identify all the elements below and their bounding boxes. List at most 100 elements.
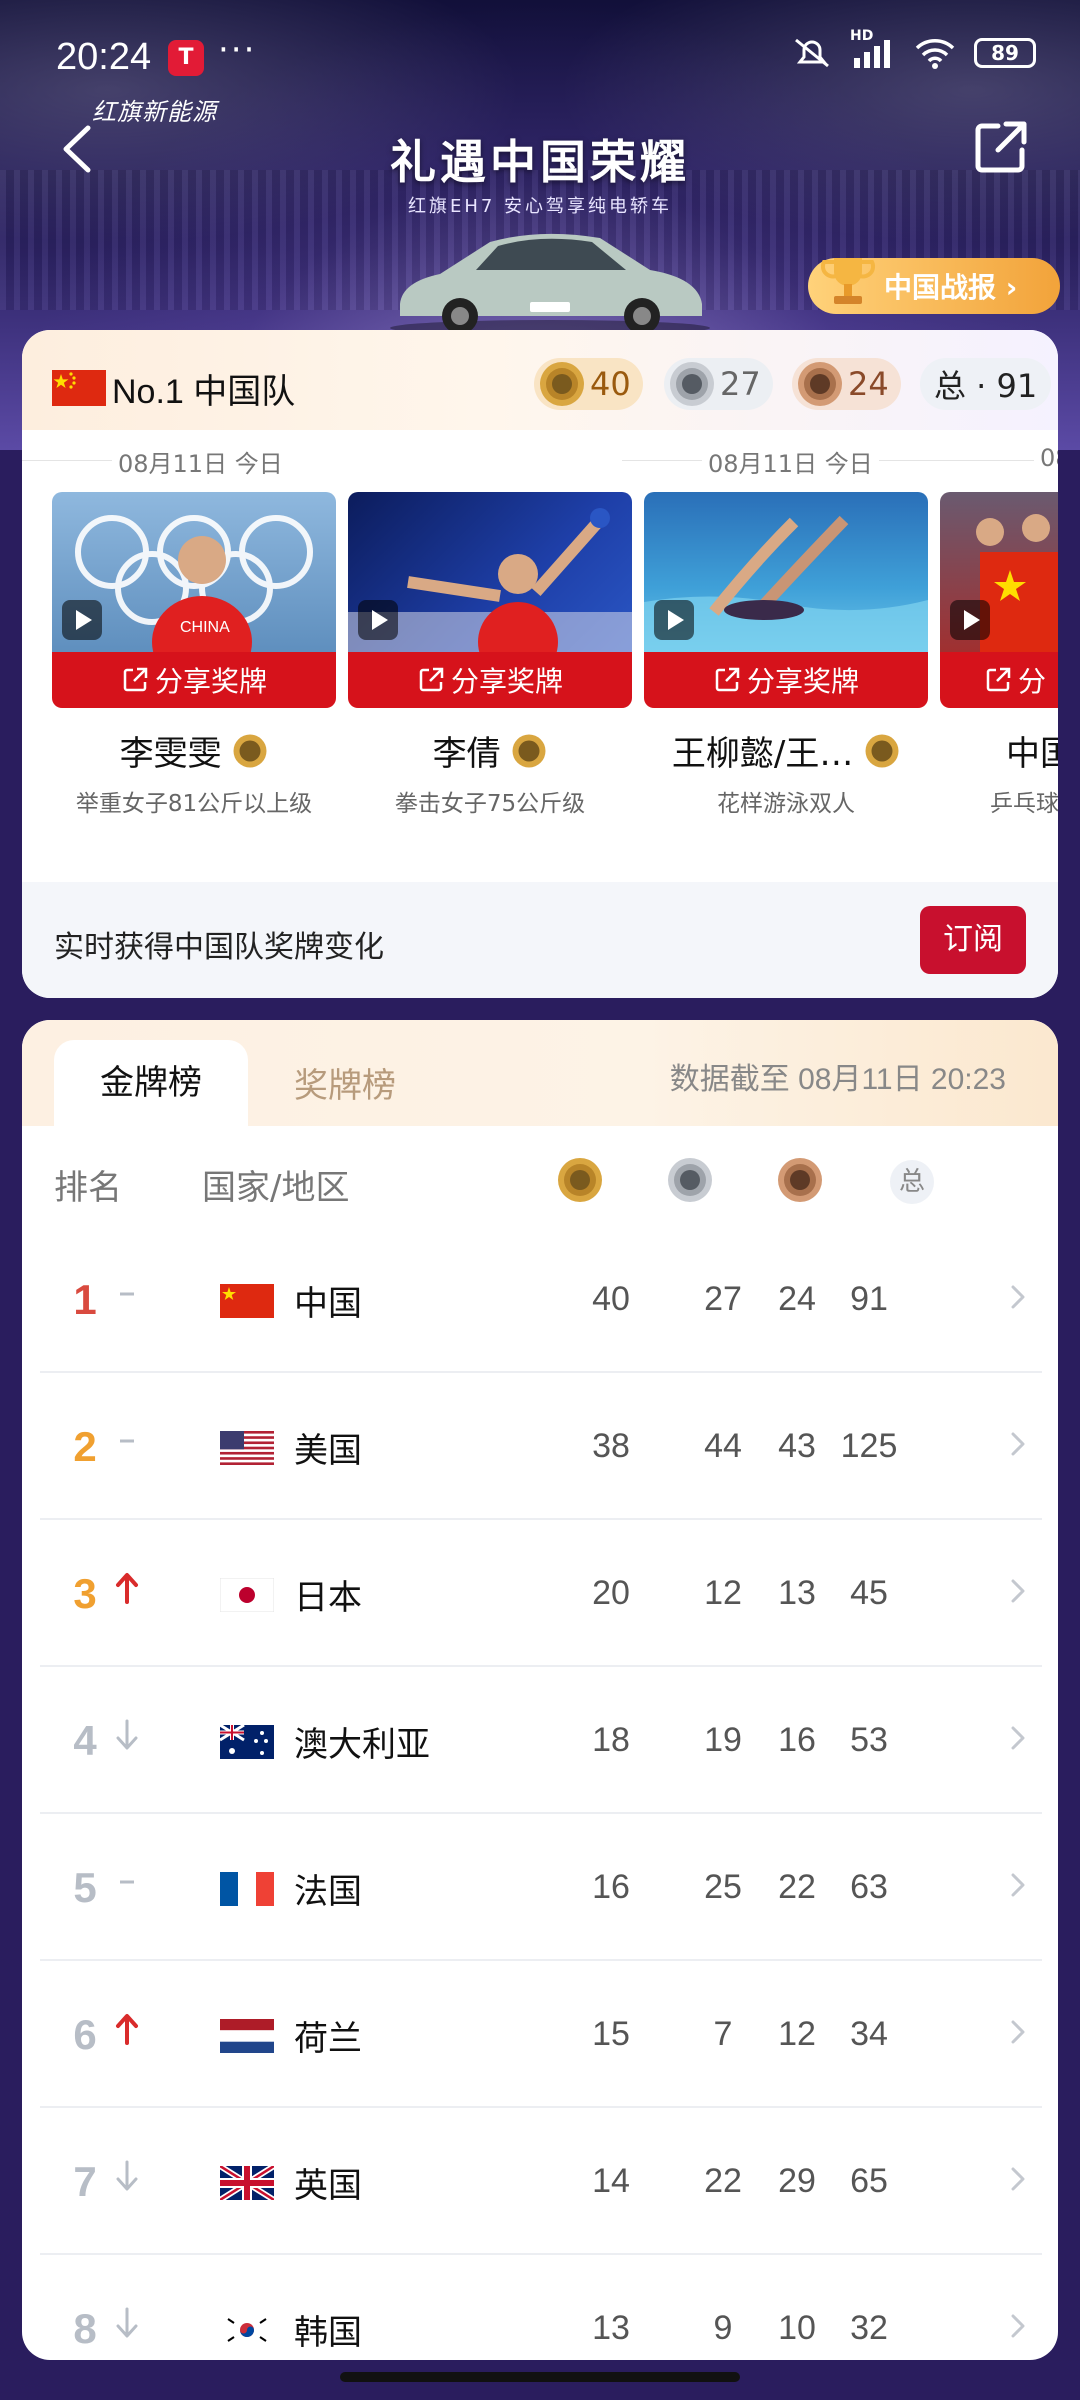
- rank-number: 7: [73, 2158, 97, 2205]
- play-icon[interactable]: [950, 600, 990, 640]
- wifi-icon: [915, 39, 955, 69]
- total-count: 53: [850, 1721, 888, 1759]
- table-row[interactable]: 7 英国 14 22 29 65: [40, 2108, 1042, 2255]
- brand-logo: 红旗新能源: [92, 98, 217, 126]
- play-icon[interactable]: [654, 600, 694, 640]
- table-row[interactable]: 2 美国 38 44 43 125: [40, 1373, 1042, 1520]
- gold-count: 15: [592, 2015, 630, 2053]
- table-row[interactable]: 4 澳大利亚 18 19 16 53: [40, 1667, 1042, 1814]
- share-medal-button[interactable]: 分: [940, 652, 1058, 708]
- team-summary-header: No.1 中国队 40 27 24 总 · 91: [22, 330, 1058, 430]
- athlete-event: 举重女子81公斤以上级: [75, 791, 313, 817]
- share-medal-button[interactable]: 分享奖牌: [348, 652, 632, 708]
- subscribe-button[interactable]: 订阅: [920, 906, 1026, 974]
- tab-bar: 金牌榜 奖牌榜 数据截至 08月11日 20:23: [22, 1020, 1058, 1126]
- chevron-right-icon: [1011, 1726, 1025, 1750]
- chevron-right-icon: [1011, 1873, 1025, 1897]
- athlete-event: 花样游泳双人: [717, 791, 855, 817]
- athlete-event: 拳击女子75公斤级: [394, 791, 586, 817]
- gold-medal-icon: [865, 734, 899, 768]
- home-indicator[interactable]: [340, 2372, 740, 2382]
- rank-number: 5: [73, 1864, 97, 1911]
- athlete-photo[interactable]: [644, 492, 928, 652]
- share-medal-label: 分享奖牌: [450, 665, 563, 698]
- header-country: 国家/地区: [202, 1168, 350, 1208]
- tab-gold-ranking[interactable]: 金牌榜: [54, 1040, 248, 1126]
- share-icon: [123, 667, 148, 692]
- athlete-name: 李倩: [348, 726, 632, 775]
- gold-count: 16: [592, 1868, 630, 1906]
- total-count: 32: [850, 2309, 888, 2347]
- athlete-event: 乒乓球: [990, 791, 1058, 817]
- china-report-label: 中国战报 ›: [884, 271, 1018, 304]
- date-divider-row: 08月11日 今日 08月11日 今日 08: [22, 442, 1058, 479]
- subscribe-bar: 实时获得中国队奖牌变化 订阅: [22, 882, 1058, 998]
- system-icons: HD 89: [792, 28, 1036, 70]
- athlete-photo[interactable]: [940, 492, 1058, 652]
- share-medal-label: 分享奖牌: [154, 665, 267, 698]
- trend-flat-icon: [120, 1439, 134, 1443]
- total-count: 91: [850, 1280, 888, 1318]
- table-row[interactable]: 1 中国 40 27 24 91: [40, 1226, 1042, 1373]
- share-medal-button[interactable]: 分享奖牌: [644, 652, 928, 708]
- country-name: 澳大利亚: [294, 1725, 430, 1765]
- total-count: 125: [840, 1427, 898, 1465]
- gold-count: 40: [592, 1280, 630, 1318]
- team-summary-card: No.1 中国队 40 27 24 总 · 91 08月11日 今日 08月11…: [22, 330, 1058, 998]
- svg-text:CHINA: CHINA: [180, 619, 230, 636]
- athlete-photo[interactable]: CHINA: [52, 492, 336, 652]
- trend-down-icon: [116, 1719, 138, 1750]
- share-medal-button[interactable]: 分享奖牌: [52, 652, 336, 708]
- flag-nl-icon: [220, 2019, 274, 2053]
- athlete-card[interactable]: 分享奖牌 王柳懿/王… 花样游泳双人: [644, 492, 928, 822]
- date-label: 08月11日 今日: [112, 444, 289, 479]
- play-icon[interactable]: [62, 600, 102, 640]
- gold-medal-icon: [540, 362, 584, 406]
- country-name: 韩国: [294, 2313, 362, 2353]
- gold-medal-icon: [512, 734, 546, 768]
- athlete-carousel[interactable]: CHINA 分享奖牌 李雯雯 举重女子81公斤以上级 分享奖牌 李倩 拳击女子7…: [52, 492, 1058, 822]
- athlete-card[interactable]: 分享奖牌 李倩 拳击女子75公斤级: [348, 492, 632, 822]
- trend-up-icon: [116, 1573, 138, 1604]
- bronze-medal-icon: [778, 1158, 822, 1202]
- table-row[interactable]: 6 荷兰 15 7 12 34: [40, 1961, 1042, 2108]
- total-count-pill: 总 · 91: [920, 358, 1052, 410]
- rank-number: 3: [73, 1570, 97, 1617]
- athlete-card[interactable]: CHINA 分享奖牌 李雯雯 举重女子81公斤以上级: [52, 492, 336, 822]
- gold-count-pill: 40: [534, 358, 643, 410]
- tab-medal-ranking[interactable]: 奖牌榜: [294, 1058, 396, 1107]
- medal-table-card: 金牌榜 奖牌榜 数据截至 08月11日 20:23 排名 国家/地区 总 1 中国…: [22, 1020, 1058, 2360]
- signal-icon: HD: [850, 28, 896, 70]
- flag-au-icon: [220, 1725, 274, 1759]
- athlete-photo[interactable]: [348, 492, 632, 652]
- silver-count: 27: [720, 365, 761, 403]
- chevron-right-icon: [1011, 2167, 1025, 2191]
- rank-number: 2: [73, 1423, 97, 1470]
- trend-down-icon: [116, 2307, 138, 2338]
- athlete-card[interactable]: 分 中国 乒乓球: [940, 492, 1058, 822]
- country-name: 中国: [294, 1284, 362, 1324]
- status-time: 20:24: [56, 36, 152, 78]
- table-row[interactable]: 3 日本 20 12 13 45: [40, 1520, 1042, 1667]
- country-name: 日本: [294, 1578, 362, 1618]
- gold-count: 13: [592, 2309, 630, 2347]
- country-name: 美国: [294, 1431, 362, 1471]
- total-count: 65: [850, 2162, 888, 2200]
- flag-fr-icon: [220, 1872, 274, 1906]
- athlete-name: 中国: [1006, 734, 1058, 774]
- more-notifications-icon: ···: [218, 30, 257, 70]
- gold-count: 18: [592, 1721, 630, 1759]
- chevron-right-icon: [1011, 2020, 1025, 2044]
- athlete-name: 王柳懿/王…: [644, 726, 928, 775]
- flag-cn-icon: [220, 1284, 274, 1318]
- table-row[interactable]: 5 法国 16 25 22 63: [40, 1814, 1042, 1961]
- table-row[interactable]: 8 韩国 13 9 10 32: [40, 2255, 1042, 2360]
- country-name: 英国: [294, 2166, 362, 2206]
- rank-number: 4: [73, 1717, 97, 1764]
- play-icon[interactable]: [358, 600, 398, 640]
- trend-flat-icon: [120, 1880, 134, 1884]
- china-report-button[interactable]: 中国战报 ›: [808, 258, 1060, 314]
- flag-china-icon: [52, 370, 106, 406]
- bronze-count-pill: 24: [792, 358, 901, 410]
- flag-us-icon: [220, 1431, 274, 1465]
